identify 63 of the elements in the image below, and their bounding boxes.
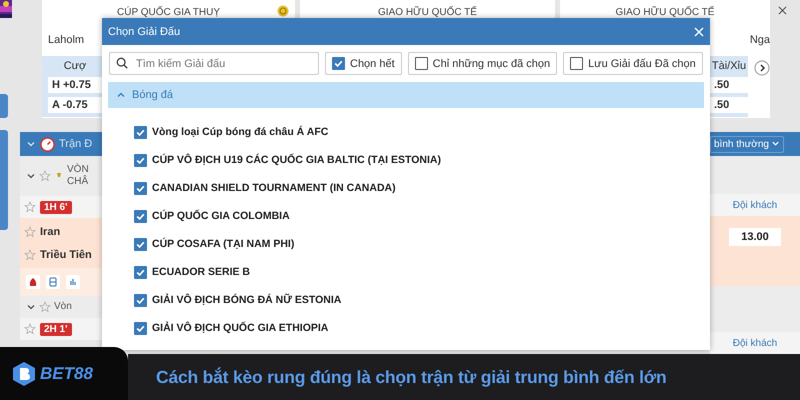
league-name[interactable]: CANADIAN SHIELD TOURNAMENT (IN CANADA) (152, 182, 396, 194)
checkbox[interactable] (134, 238, 147, 250)
checkbox[interactable] (332, 57, 345, 70)
live-time-badge: 1H 6' (40, 200, 72, 214)
star-icon[interactable] (24, 323, 36, 335)
coin-icon (277, 5, 289, 17)
league-name[interactable]: CÚP QUỐC GIA COLOMBIA (152, 210, 290, 222)
list-icon[interactable] (46, 275, 60, 289)
checkbox[interactable] (134, 182, 147, 194)
checkbox[interactable] (570, 57, 584, 70)
league-name[interactable]: GIẢI VÔ ĐỊCH QUỐC GIA ETHIOPIA (152, 322, 328, 334)
column-header: Đội khách (732, 338, 778, 348)
column-header: Cượ (62, 60, 88, 73)
league-title: GIAO HỮU QUỐC TẾ (616, 7, 714, 18)
fire-icon[interactable] (26, 275, 40, 289)
chevron-icon[interactable] (26, 302, 36, 312)
live-time-badge: 2H 1' (40, 322, 72, 336)
checkbox-button[interactable]: Chỉ những mục đã chọn (408, 52, 558, 75)
logo-icon (12, 360, 36, 386)
close-icon[interactable] (778, 6, 787, 15)
league-name[interactable]: CÚP COSAFA (TẠI NAM PHI) (152, 238, 294, 250)
team-name: Laholm (47, 33, 86, 48)
chevron-icon (770, 139, 780, 148)
section-title: Trận Đ (59, 138, 92, 150)
search-field[interactable]: Tìm kiếm Giải đấu (109, 52, 319, 75)
star-icon[interactable] (24, 226, 36, 238)
star-icon[interactable] (24, 201, 36, 213)
chevron-icon[interactable] (26, 171, 36, 181)
star-icon[interactable] (39, 301, 51, 313)
sort-dropdown[interactable]: bình thường (710, 136, 784, 152)
team-name: Iran (40, 226, 60, 238)
checkbox-button[interactable]: Lưu Giải đấu Đã chọn (563, 52, 703, 75)
league-name[interactable]: GIẢI VÔ ĐỊCH BÓNG ĐÁ NỮ ESTONIA (152, 294, 342, 306)
team-name: Triều Tiên (40, 248, 92, 260)
team-name: Nga (748, 33, 770, 48)
star-icon[interactable] (24, 248, 36, 260)
section-title: Bóng đá (132, 89, 173, 101)
checkbox[interactable] (134, 126, 147, 138)
star-icon[interactable] (39, 170, 51, 182)
league-title: GIAO HỮU QUỐC TẾ (378, 7, 477, 18)
search-icon (116, 57, 128, 69)
caption: Cách bắt kèo rung đúng là chọn trận từ giải trung bình đến lớn (156, 366, 666, 388)
gauge-icon (40, 136, 55, 152)
checkbox[interactable] (414, 57, 428, 70)
brand-name: BET88 (40, 364, 93, 384)
checkbox-button[interactable]: Chọn hết (325, 52, 402, 75)
bar-chart-icon[interactable] (66, 275, 80, 289)
league-name[interactable]: ECUADOR SERIE B (152, 266, 250, 278)
dialog-title: Chọn Giải Đấu (108, 26, 180, 38)
checkbox[interactable] (134, 294, 147, 306)
checkbox[interactable] (134, 154, 147, 166)
league-name: Vòn (54, 301, 72, 313)
checkbox[interactable] (134, 322, 147, 334)
checkbox[interactable] (134, 210, 147, 222)
chevron-icon (26, 139, 36, 149)
column-header: Tài/Xỉu (710, 60, 748, 73)
league-name: VÒN CHÂ (67, 164, 89, 188)
league-title: CÚP QUỐC GIA THUỴ (117, 7, 220, 18)
checkbox[interactable] (134, 266, 147, 278)
odds-cell[interactable]: 13.00 (729, 228, 781, 246)
league-name[interactable]: Vòng loại Cúp bóng đá châu Á AFC (152, 126, 328, 138)
column-header: Đội khách (732, 200, 778, 210)
league-name[interactable]: CÚP VÔ ĐỊCH U19 CÁC QUỐC GIA BALTIC (TẠI ESTONIA) (152, 154, 441, 166)
